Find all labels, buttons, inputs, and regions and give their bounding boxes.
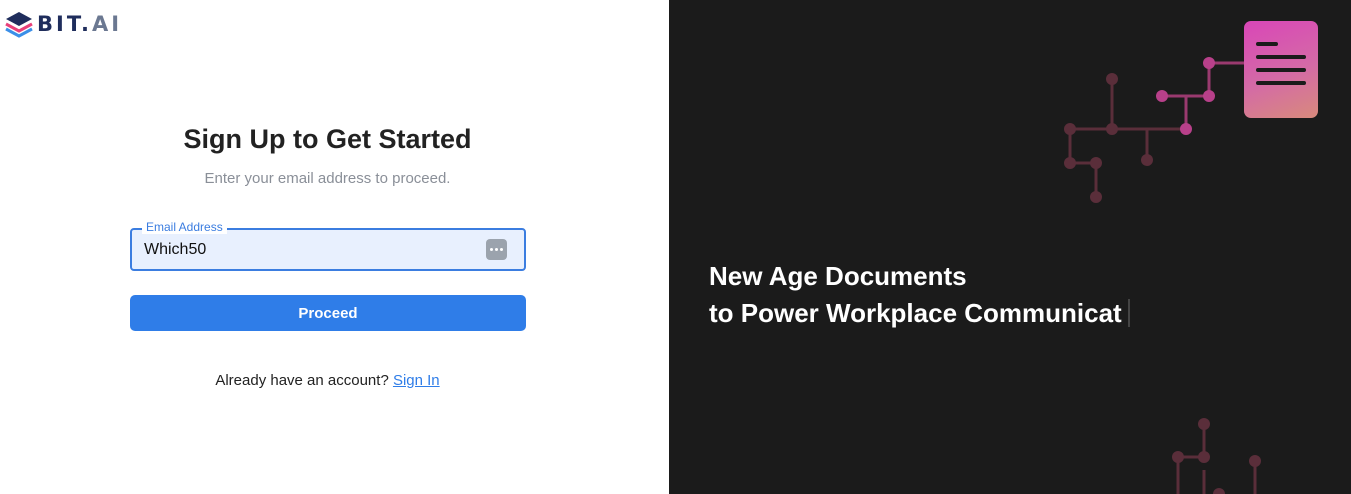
logo-dot: .	[80, 12, 92, 36]
email-field[interactable]: Email Address	[130, 220, 526, 271]
page-subtitle: Enter your email address to proceed.	[204, 170, 451, 187]
sign-in-link[interactable]: Sign In	[393, 372, 440, 389]
hero-line-1: New Age Documents	[709, 261, 967, 291]
logo-suffix: AI	[91, 12, 123, 36]
signup-panel: BIT.AI Sign Up to Get Started Enter your…	[0, 0, 669, 494]
page-title: Sign Up to Get Started	[183, 124, 472, 154]
email-input[interactable]	[144, 230, 474, 269]
bit-ai-logo-icon	[5, 12, 33, 38]
logo-text: BIT.AI	[37, 12, 122, 36]
hero-line-2: to Power Workplace Communicat	[709, 295, 1130, 332]
hero-panel: New Age Documents to Power Workplace Com…	[669, 0, 1351, 494]
typing-cursor	[1127, 299, 1130, 327]
signin-prompt: Already have an account? Sign In	[0, 372, 655, 389]
account-prompt-text: Already have an account?	[215, 372, 393, 389]
document-icon	[1244, 21, 1318, 118]
password-manager-icon[interactable]	[486, 239, 507, 260]
logo-brand: BIT	[37, 12, 81, 36]
bit-ai-logo[interactable]: BIT.AI	[4, 10, 122, 38]
hero-headline: New Age Documents to Power Workplace Com…	[709, 258, 1130, 332]
hero-line-2-text: to Power Workplace Communicat	[709, 298, 1122, 328]
proceed-button[interactable]: Proceed	[130, 295, 526, 331]
